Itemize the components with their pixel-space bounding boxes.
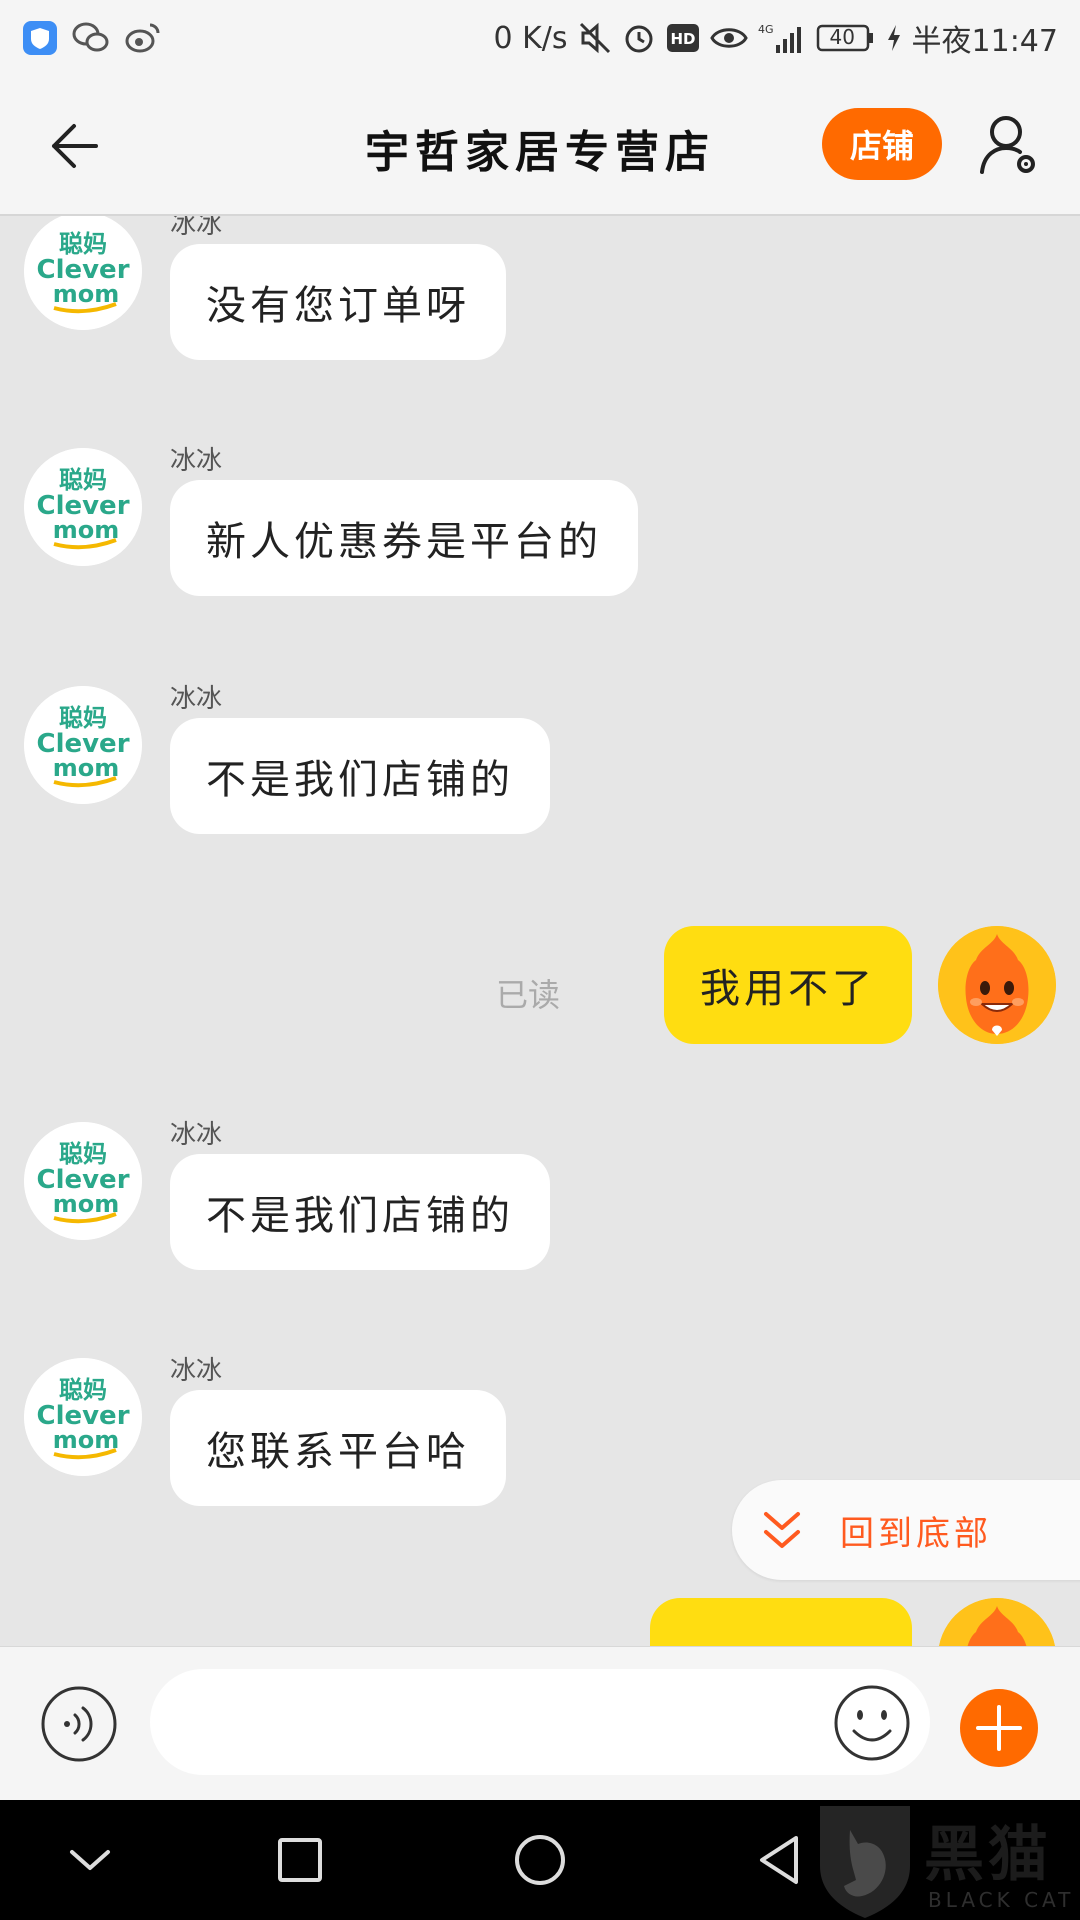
svg-text:4G: 4G	[758, 23, 774, 36]
shop-button[interactable]: 店铺	[822, 108, 942, 180]
logo-text-bot: mom	[53, 1426, 120, 1454]
shield-app-icon	[22, 20, 58, 56]
sender-name: 冰冰	[170, 684, 223, 714]
user-settings-button[interactable]	[978, 112, 1040, 178]
voice-icon	[41, 1686, 117, 1762]
plus-icon	[976, 1705, 1022, 1751]
taobao-mascot-avatar	[938, 926, 1056, 1044]
logo-text-top: 聪妈	[59, 1376, 107, 1404]
more-actions-button[interactable]	[960, 1689, 1038, 1767]
battery-icon: 40	[816, 23, 876, 53]
watermark-subtext: BLACK CAT	[928, 1888, 1075, 1912]
watermark-text: 黑猫	[924, 1820, 1052, 1890]
mute-icon	[578, 21, 612, 55]
message-item-own-partial	[636, 1598, 1056, 1646]
user-avatar[interactable]	[938, 1598, 1056, 1646]
status-bar: 0 K/s HD 4G 40 半夜11:47	[0, 0, 1080, 76]
alarm-icon	[622, 21, 656, 55]
logo-text-bot: mom	[53, 516, 120, 544]
voice-button[interactable]	[40, 1685, 118, 1763]
cat-shield-icon	[820, 1806, 910, 1918]
clever-mom-logo: 聪妈 Clever mom	[24, 216, 142, 330]
message-item: 聪妈 Clever mom 冰冰 不是我们店铺的	[24, 1120, 644, 1282]
hd-icon: HD	[666, 23, 700, 53]
shop-avatar[interactable]: 聪妈 Clever mom	[24, 448, 142, 566]
eye-icon	[709, 23, 748, 53]
message-input[interactable]	[150, 1669, 930, 1775]
signal-icon: 4G	[758, 21, 806, 55]
circle-icon	[515, 1835, 565, 1885]
message-bubble[interactable]: 没有您订单呀	[170, 244, 506, 360]
user-avatar[interactable]	[938, 926, 1056, 1044]
taobao-mascot-avatar	[939, 1598, 1055, 1646]
clever-mom-logo: 聪妈 Clever mom	[24, 448, 142, 566]
message-bubble[interactable]: 不是我们店铺的	[170, 718, 550, 834]
black-cat-watermark: 黑猫 BLACK CAT	[800, 1800, 1080, 1920]
read-status: 已读	[496, 976, 561, 1014]
home-key[interactable]	[510, 1830, 570, 1890]
logo-text-bot: mom	[53, 754, 120, 782]
recents-key[interactable]	[270, 1830, 330, 1890]
wechat-icon	[72, 21, 110, 55]
logo-text-top: 聪妈	[59, 230, 107, 258]
sender-name: 冰冰	[170, 1120, 223, 1150]
clever-mom-logo: 聪妈 Clever mom	[24, 686, 142, 804]
message-bubble-own[interactable]: 我用不了	[664, 926, 912, 1044]
shop-avatar[interactable]: 聪妈 Clever mom	[24, 216, 142, 330]
shop-avatar[interactable]: 聪妈 Clever mom	[24, 1122, 142, 1240]
message-item: 聪妈 Clever mom 冰冰 新人优惠券是平台的	[24, 446, 784, 608]
smiley-icon	[834, 1685, 910, 1761]
sender-name: 冰冰	[170, 446, 223, 476]
hide-keyboard-key[interactable]	[60, 1830, 120, 1890]
sender-name: 冰冰	[170, 1356, 223, 1386]
square-icon	[278, 1838, 322, 1882]
double-chevron-down-icon	[764, 1512, 800, 1548]
charging-icon	[886, 23, 902, 53]
message-input-bar	[0, 1646, 1080, 1800]
scroll-to-bottom-button[interactable]: 回到底部	[732, 1480, 1080, 1580]
clock: 半夜11:47	[911, 24, 1058, 59]
message-bubble[interactable]: 您联系平台哈	[170, 1390, 506, 1506]
weibo-icon	[124, 21, 162, 55]
clever-mom-logo: 聪妈 Clever mom	[24, 1122, 142, 1240]
message-item: 聪妈 Clever mom 冰冰 您联系平台哈	[24, 1356, 644, 1518]
message-item: 聪妈 Clever mom 冰冰 不是我们店铺的	[24, 684, 644, 846]
logo-text-top: 聪妈	[59, 466, 107, 494]
scroll-to-bottom-label: 回到底部	[840, 1513, 992, 1554]
shop-avatar[interactable]: 聪妈 Clever mom	[24, 1358, 142, 1476]
message-bubble[interactable]: 不是我们店铺的	[170, 1154, 550, 1270]
logo-text-top: 聪妈	[59, 704, 107, 732]
logo-text-bot: mom	[53, 1190, 120, 1218]
chat-header: 宇哲家居专营店 店铺	[0, 76, 1080, 216]
clever-mom-logo: 聪妈 Clever mom	[24, 1358, 142, 1476]
user-settings-icon	[980, 116, 1035, 174]
shop-avatar[interactable]: 聪妈 Clever mom	[24, 686, 142, 804]
emoji-button[interactable]	[832, 1683, 912, 1763]
logo-text-top: 聪妈	[59, 1140, 107, 1168]
chat-message-list[interactable]: 聪妈 Clever mom 冰冰 没有您订单呀 聪妈 Clever mom 冰冰…	[0, 216, 1080, 1646]
message-item-own: 已读 我用不了	[496, 926, 1056, 1056]
message-bubble[interactable]: 新人优惠券是平台的	[170, 480, 638, 596]
net-speed: 0 K/s	[493, 20, 568, 56]
battery-level: 40	[829, 25, 855, 49]
sender-name: 冰冰	[170, 216, 223, 240]
chevron-down-icon	[70, 1850, 110, 1870]
logo-text-bot: mom	[53, 280, 120, 308]
message-bubble-own-partial[interactable]	[650, 1598, 912, 1646]
svg-text:HD: HD	[670, 30, 695, 48]
message-item: 聪妈 Clever mom 冰冰 没有您订单呀	[24, 216, 644, 372]
